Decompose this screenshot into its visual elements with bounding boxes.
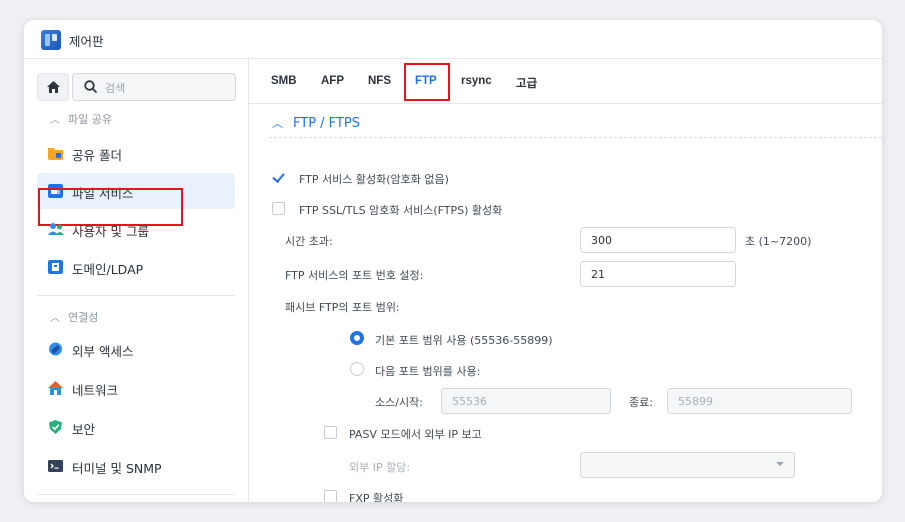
port-label: FTP 서비스의 포트 번호 설정: <box>285 269 424 282</box>
sidebar-item-label: 네트워크 <box>72 383 119 398</box>
sidebar-item-network[interactable]: 네트워크 <box>37 370 235 406</box>
range-to-label: 종료: <box>629 396 653 409</box>
chevron-up-icon: ︿ <box>50 115 60 126</box>
custom-range-label: 다음 포트 범위를 사용: <box>375 365 481 378</box>
sidebar: 검색 ︿ 파일 공유 공유 폴더 파일 서비스 사용자 및 그룹 도메인/LDA… <box>24 59 249 502</box>
tab-smb[interactable]: SMB <box>271 75 297 87</box>
chevron-up-icon: ︿ <box>50 313 60 324</box>
folder-icon <box>48 148 63 160</box>
pasv-report-checkbox[interactable] <box>324 426 337 439</box>
custom-range-radio[interactable] <box>350 362 364 376</box>
range-from-label: 소스/시작: <box>375 396 423 409</box>
highlight-ftp-tab <box>404 63 450 101</box>
search-placeholder: 검색 <box>105 82 126 95</box>
timeout-label: 시간 초과: <box>285 235 333 248</box>
sidebar-item-label: 외부 액세스 <box>72 344 134 359</box>
users-icon <box>48 223 64 235</box>
tab-rsync[interactable]: rsync <box>461 75 492 87</box>
section-connectivity[interactable]: ︿ 연결성 <box>50 309 98 325</box>
section-label: 파일 공유 <box>68 113 112 126</box>
default-range-label: 기본 포트 범위 사용 (55536-55899) <box>375 334 553 347</box>
chevron-down-icon <box>776 462 784 466</box>
sidebar-item-shared-folder[interactable]: 공유 폴더 <box>37 135 235 171</box>
default-range-radio[interactable] <box>350 331 364 345</box>
enable-ftp-checkbox[interactable] <box>272 171 285 184</box>
main-panel: SMB AFP NFS FTP rsync 고급 ︿ FTP / FTPS FTP… <box>249 59 882 502</box>
external-access-icon <box>49 342 62 356</box>
window-title: 제어판 <box>69 34 104 49</box>
sidebar-item-label: 도메인/LDAP <box>72 262 144 277</box>
section-label: 연결성 <box>68 311 99 324</box>
chevron-up-icon: ︿ <box>272 117 283 130</box>
title-bar: 제어판 <box>24 20 882 59</box>
ftp-group-header[interactable]: ︿ FTP / FTPS <box>272 115 360 131</box>
sidebar-divider <box>37 494 235 495</box>
search-icon <box>84 80 98 94</box>
search-input[interactable]: 검색 <box>72 73 236 101</box>
domain-icon <box>48 260 63 274</box>
timeout-unit: 초 (1~7200) <box>745 235 812 248</box>
tab-afp[interactable]: AFP <box>321 75 344 87</box>
tab-nfs[interactable]: NFS <box>368 75 391 87</box>
external-ip-label: 외부 IP 할당: <box>349 461 411 474</box>
range-from-input[interactable]: 55536 <box>441 388 611 414</box>
sidebar-item-label: 사용자 및 그룹 <box>72 224 149 239</box>
tab-bar: SMB AFP NFS FTP rsync 고급 <box>249 59 882 104</box>
sidebar-item-label: 보안 <box>72 422 96 437</box>
sidebar-item-security[interactable]: 보안 <box>37 409 235 445</box>
pasv-report-label: PASV 모드에서 외부 IP 보고 <box>349 428 482 441</box>
passive-range-label: 패시브 FTP의 포트 범위: <box>285 301 400 314</box>
fxp-checkbox[interactable] <box>324 490 337 502</box>
sidebar-item-terminal-snmp[interactable]: 터미널 및 SNMP <box>37 448 235 484</box>
section-file-sharing[interactable]: ︿ 파일 공유 <box>50 111 112 127</box>
sidebar-item-external-access[interactable]: 외부 액세스 <box>37 331 235 367</box>
terminal-icon <box>48 460 63 472</box>
sidebar-item-domain-ldap[interactable]: 도메인/LDAP <box>37 249 235 285</box>
shield-icon <box>49 420 62 434</box>
timeout-input[interactable]: 300 <box>580 227 736 253</box>
fxp-label: FXP 활성화 <box>349 492 404 502</box>
home-icon <box>46 81 60 93</box>
enable-ftp-label: FTP 서비스 활성화(암호화 없음) <box>299 173 449 186</box>
home-button[interactable] <box>37 73 69 101</box>
sidebar-item-users-groups[interactable]: 사용자 및 그룹 <box>37 211 235 247</box>
control-panel-window: 제어판 검색 ︿ 파일 공유 공유 폴더 파일 서비스 사용자 및 그룹 도메인… <box>24 20 882 502</box>
network-icon <box>48 381 63 395</box>
sidebar-item-label: 터미널 및 SNMP <box>72 461 162 476</box>
sidebar-divider <box>37 295 235 296</box>
port-input[interactable]: 21 <box>580 261 736 287</box>
external-ip-select[interactable] <box>580 452 795 478</box>
section-divider <box>269 137 882 138</box>
range-to-input[interactable]: 55899 <box>667 388 852 414</box>
control-panel-icon <box>41 30 61 50</box>
enable-ftps-label: FTP SSL/TLS 암호화 서비스(FTPS) 활성화 <box>299 204 503 217</box>
tab-advanced[interactable]: 고급 <box>516 75 537 91</box>
enable-ftps-checkbox[interactable] <box>272 202 285 215</box>
group-title: FTP / FTPS <box>293 116 360 131</box>
sidebar-item-label: 공유 폴더 <box>72 148 122 163</box>
